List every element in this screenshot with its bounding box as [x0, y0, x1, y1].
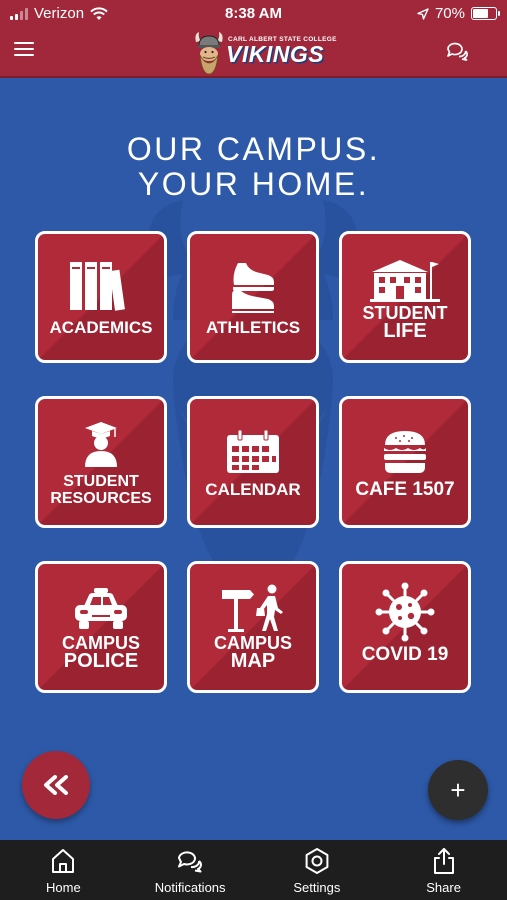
burger-icon — [342, 430, 468, 474]
tile-label-line-1: STUDENT — [63, 473, 139, 490]
headline-line-1: OUR CAMPUS. — [126, 131, 381, 167]
gear-icon — [305, 848, 329, 874]
tile-academics[interactable]: ACADEMICS — [35, 231, 167, 363]
logo-vikings-text: VIKINGS — [226, 41, 325, 67]
tile-label: CAMPUS MAP — [190, 634, 316, 672]
tile-label: CAFE 1507 — [355, 479, 455, 500]
home-icon — [52, 849, 75, 873]
tile-label-line-2: MAP — [230, 650, 276, 672]
chat-button[interactable] — [445, 39, 469, 63]
location-arrow-icon — [417, 7, 429, 20]
tile-calendar[interactable]: CALENDAR — [187, 396, 319, 528]
tile-athletics[interactable]: ATHLETICS — [187, 231, 319, 363]
headline-line-2: YOUR HOME. — [137, 166, 370, 202]
app-header: CARL ALBERT STATE COLLEGE VIKINGS — [0, 28, 507, 78]
graduate-icon — [38, 421, 164, 467]
tile-student-life[interactable]: STUDENT LIFE — [339, 231, 471, 363]
tile-label: STUDENT RESOURCES — [38, 473, 164, 507]
calendar-icon — [190, 430, 316, 474]
menu-button[interactable] — [14, 42, 34, 58]
status-right: 70% — [417, 5, 500, 22]
sneakers-icon — [190, 260, 316, 314]
back-fab-button[interactable] — [22, 751, 90, 819]
tile-label: CALENDAR — [205, 480, 301, 499]
hamburger-icon-bar — [14, 42, 34, 44]
main-content: OUR CAMPUS. YOUR HOME. ACADEMICS ATHLETI… — [0, 80, 507, 840]
tile-label-line-2: RESOURCES — [50, 490, 152, 507]
tile-label: STUDENT LIFE — [342, 304, 468, 342]
tile-covid-19[interactable]: COVID 19 — [339, 561, 471, 693]
plus-icon: + — [450, 774, 466, 805]
tile-campus-map[interactable]: CAMPUS MAP — [187, 561, 319, 693]
nav-label: Home — [46, 880, 81, 895]
battery-level — [473, 9, 489, 18]
tile-label: ATHLETICS — [205, 318, 301, 337]
signpost-walker-icon — [190, 584, 316, 632]
double-chevron-left-icon — [44, 775, 68, 795]
tile-label-line-2: POLICE — [63, 650, 139, 672]
tile-student-resources[interactable]: STUDENT RESOURCES — [35, 396, 167, 528]
nav-label: Share — [426, 880, 461, 895]
chat-bubbles-icon — [447, 42, 468, 61]
vikings-logo: CARL ALBERT STATE COLLEGE VIKINGS — [192, 30, 336, 76]
nav-label: Settings — [293, 880, 341, 895]
school-building-icon — [342, 258, 468, 302]
police-car-icon — [38, 586, 164, 632]
nav-home[interactable]: Home — [0, 840, 127, 900]
chat-bubbles-icon — [178, 851, 203, 873]
nav-share[interactable]: Share — [380, 840, 507, 900]
nav-settings[interactable]: Settings — [254, 840, 381, 900]
tile-label-line-2: LIFE — [383, 320, 427, 342]
status-bar: Verizon 8:38 AM 70% — [0, 0, 507, 28]
nav-label: Notifications — [154, 880, 226, 895]
tile-cafe-1507[interactable]: CAFE 1507 — [339, 396, 471, 528]
nav-notifications[interactable]: Notifications — [127, 840, 254, 900]
virus-icon — [342, 582, 468, 642]
hamburger-icon-bar — [14, 54, 34, 56]
share-icon — [433, 848, 454, 874]
tile-label: ACADEMICS — [49, 318, 153, 337]
viking-mascot-icon — [195, 32, 223, 75]
battery-icon — [471, 7, 500, 20]
tile-label: CAMPUS POLICE — [38, 634, 164, 672]
tile-campus-police[interactable]: CAMPUS POLICE — [35, 561, 167, 693]
battery-percent: 70% — [434, 5, 465, 22]
add-fab-button[interactable]: + — [428, 760, 488, 820]
bottom-nav: Home Notifications Settings Share — [0, 840, 507, 900]
tile-label: COVID 19 — [361, 644, 449, 665]
page-headline: OUR CAMPUS. YOUR HOME. — [0, 132, 507, 202]
books-icon — [38, 260, 164, 312]
hamburger-icon-bar — [14, 48, 34, 50]
